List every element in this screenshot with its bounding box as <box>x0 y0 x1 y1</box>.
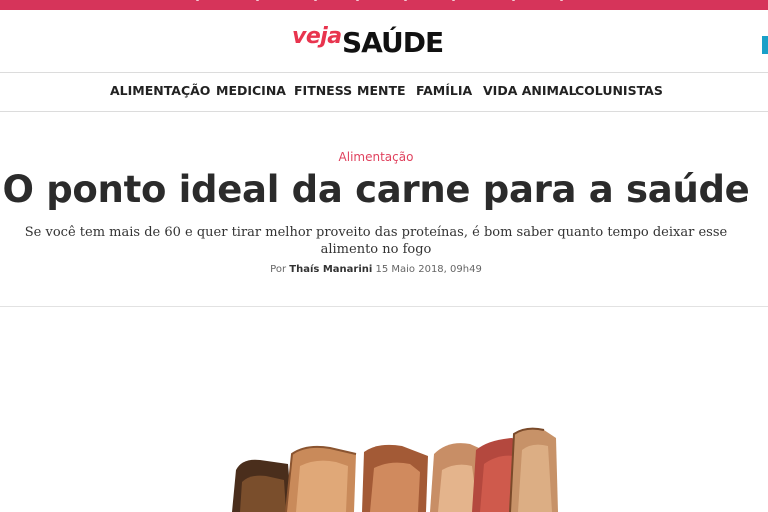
promo-text-fragments <box>0 0 768 3</box>
byline-author[interactable]: Thaís Manarini <box>289 264 372 275</box>
byline-date: 15 Maio 2018, 09h49 <box>375 264 482 275</box>
nav-item-familia[interactable]: FAMÍLIA <box>416 83 472 98</box>
logo-veja-text: veja <box>292 24 342 49</box>
nav-item-mente[interactable]: MENTE <box>357 83 406 98</box>
article-headline: O ponto ideal da carne para a saúde <box>2 168 750 211</box>
header-divider <box>0 306 768 307</box>
nav-item-colunistas[interactable]: COLUNISTAS <box>575 83 663 98</box>
site-logo[interactable]: veja SAÚDE <box>292 24 482 62</box>
byline-prefix: Por <box>270 264 287 275</box>
article-byline: Por Thaís Manarini 15 Maio 2018, 09h49 <box>0 264 752 275</box>
nav-item-fitness[interactable]: FITNESS <box>294 83 352 98</box>
top-promo-bar[interactable] <box>0 0 768 10</box>
nav-item-alimentacao[interactable]: ALIMENTAÇÃO <box>110 83 210 98</box>
article-subtitle: Se você tem mais de 60 e quer tirar melh… <box>24 225 728 257</box>
nav-item-medicina[interactable]: MEDICINA <box>216 83 286 98</box>
main-navigation: ALIMENTAÇÃO MEDICINA FITNESS MENTE FAMÍL… <box>0 72 768 112</box>
sliced-meat-photo <box>232 427 558 512</box>
article-category[interactable]: Alimentação <box>0 150 752 164</box>
logo-saude-text: SAÚDE <box>342 26 444 59</box>
side-accent-mark <box>762 36 768 54</box>
nav-item-vida-animal[interactable]: VIDA ANIMAL <box>483 83 577 98</box>
